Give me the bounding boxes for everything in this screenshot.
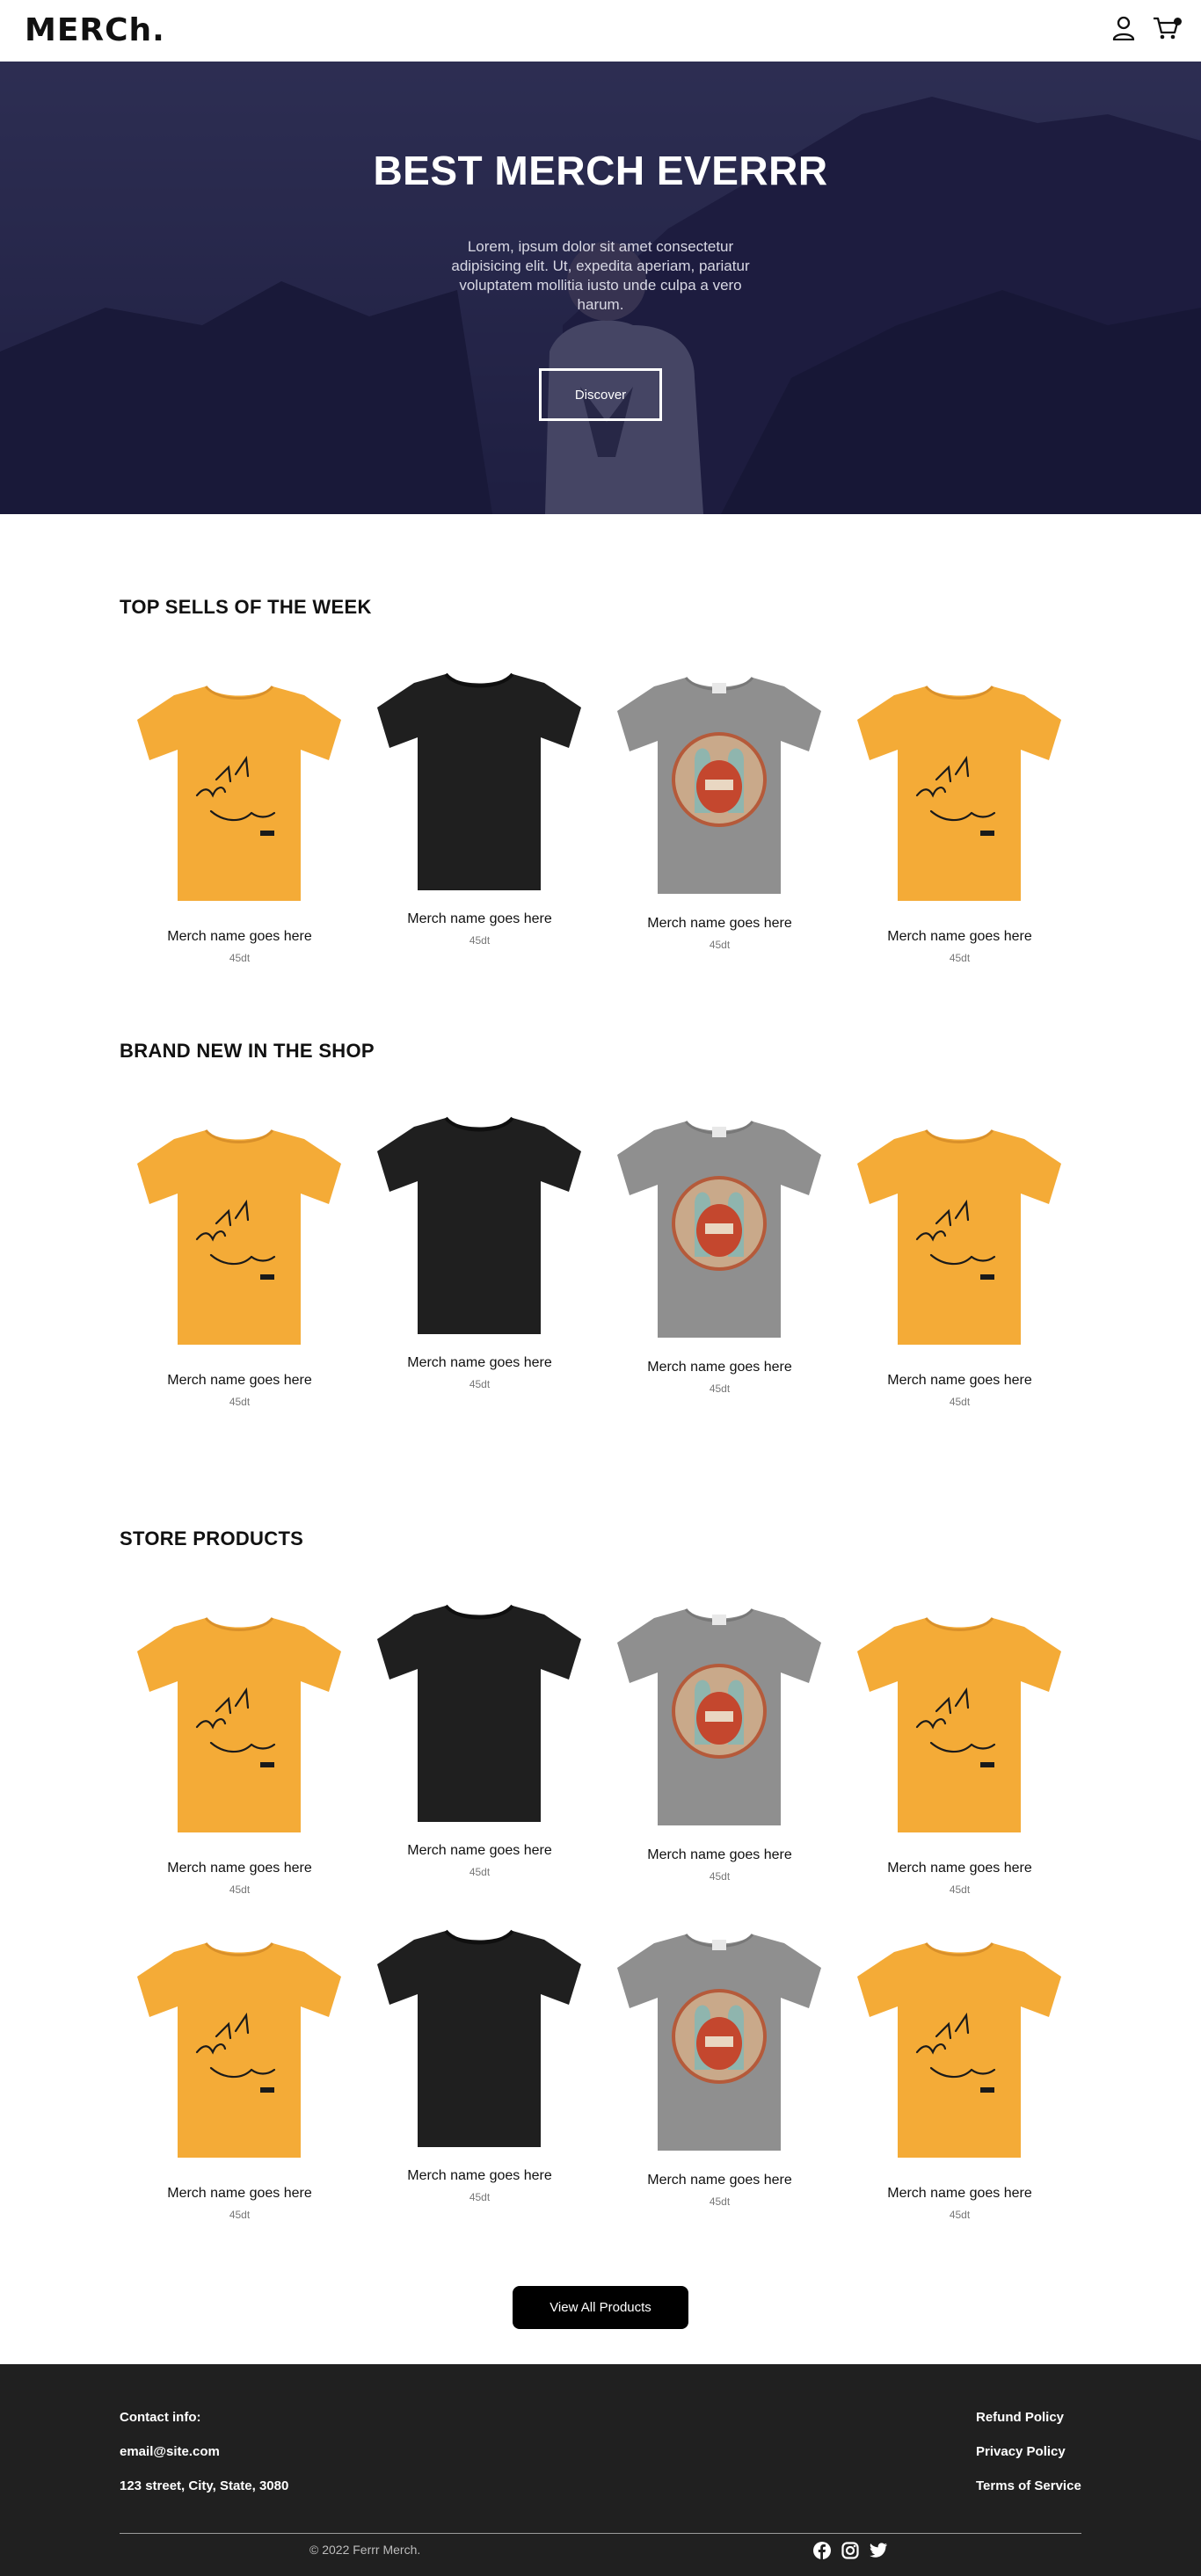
footer-contact-label: Contact info: bbox=[120, 2410, 201, 2425]
product-card[interactable]: Merch name goes here 45dt bbox=[600, 1107, 840, 1395]
section-title-brand-new: BRAND NEW IN THE SHOP bbox=[120, 1040, 375, 1062]
footer: Contact info: email@site.com 123 street,… bbox=[0, 2364, 1201, 2576]
footer-address: 123 street, City, State, 3080 bbox=[120, 2478, 289, 2493]
yellow-rhino-shirt[interactable] bbox=[120, 1107, 360, 1346]
grey-hmb-shirt[interactable] bbox=[600, 664, 840, 901]
store-products-row-1: Merch name goes here 45dt Merch name goes… bbox=[120, 1595, 1081, 1903]
product-name[interactable]: Merch name goes here bbox=[600, 1847, 840, 1863]
footer-email[interactable]: email@site.com bbox=[120, 2444, 220, 2459]
product-card[interactable]: Merch name goes here 45dt bbox=[360, 1107, 600, 1390]
brand-new-row: Merch name goes here 45dt Merch name goes… bbox=[120, 1107, 1081, 1415]
header-actions bbox=[1110, 14, 1182, 42]
product-card[interactable]: Merch name goes here 45dt bbox=[360, 1920, 600, 2203]
product-price: 45dt bbox=[709, 2195, 731, 2208]
product-name[interactable]: Merch name goes here bbox=[840, 1373, 1080, 1389]
product-card[interactable]: Merch name goes here 45dt bbox=[840, 1920, 1080, 2221]
instagram-icon[interactable] bbox=[841, 2541, 860, 2560]
product-card[interactable]: Merch name goes here 45dt bbox=[120, 664, 360, 964]
black-plain-shirt[interactable] bbox=[360, 1595, 600, 1832]
product-name[interactable]: Merch name goes here bbox=[120, 1861, 360, 1876]
yellow-rhino-shirt[interactable] bbox=[840, 1107, 1080, 1346]
black-plain-shirt[interactable] bbox=[360, 1920, 600, 2158]
product-price: 45dt bbox=[709, 939, 731, 951]
product-card[interactable]: Merch name goes here 45dt bbox=[840, 664, 1080, 964]
footer-link-privacy-policy[interactable]: Privacy Policy bbox=[976, 2444, 1066, 2459]
product-name[interactable]: Merch name goes here bbox=[360, 1843, 600, 1859]
yellow-rhino-shirt[interactable] bbox=[120, 1595, 360, 1834]
hero-title: BEST MERCH EVERRR bbox=[373, 148, 828, 193]
product-card[interactable]: Merch name goes here 45dt bbox=[600, 1595, 840, 1883]
grey-hmb-shirt[interactable] bbox=[600, 1107, 840, 1345]
product-name[interactable]: Merch name goes here bbox=[360, 1355, 600, 1371]
product-card[interactable]: Merch name goes here 45dt bbox=[600, 664, 840, 951]
product-card[interactable]: Merch name goes here 45dt bbox=[360, 664, 600, 947]
footer-copyright: © 2022 Ferrr Merch. bbox=[309, 2543, 421, 2557]
section-title-top-sells: TOP SELLS OF THE WEEK bbox=[120, 596, 372, 618]
product-price: 45dt bbox=[229, 952, 251, 964]
product-name[interactable]: Merch name goes here bbox=[840, 2186, 1080, 2202]
hero-description: Lorem, ipsum dolor sit amet consectetur … bbox=[451, 238, 750, 313]
discover-button[interactable]: Discover bbox=[539, 368, 662, 421]
product-card[interactable]: Merch name goes here 45dt bbox=[600, 1920, 840, 2208]
footer-divider bbox=[120, 2533, 1081, 2534]
product-name[interactable]: Merch name goes here bbox=[120, 2186, 360, 2202]
yellow-rhino-shirt[interactable] bbox=[120, 1920, 360, 2159]
black-plain-shirt[interactable] bbox=[360, 664, 600, 901]
view-all-products-button[interactable]: View All Products bbox=[513, 2286, 688, 2329]
product-name[interactable]: Merch name goes here bbox=[120, 1373, 360, 1389]
product-name[interactable]: Merch name goes here bbox=[120, 929, 360, 945]
user-account-icon[interactable] bbox=[1110, 14, 1138, 42]
product-name[interactable]: Merch name goes here bbox=[600, 2173, 840, 2188]
yellow-rhino-shirt[interactable] bbox=[840, 664, 1080, 903]
product-price: 45dt bbox=[469, 934, 491, 947]
facebook-icon[interactable] bbox=[812, 2541, 832, 2560]
product-name[interactable]: Merch name goes here bbox=[600, 1360, 840, 1375]
product-price: 45dt bbox=[949, 1883, 971, 1896]
product-name[interactable]: Merch name goes here bbox=[360, 2168, 600, 2184]
footer-link-terms-of-service[interactable]: Terms of Service bbox=[976, 2478, 1081, 2493]
product-price: 45dt bbox=[229, 1883, 251, 1896]
product-card[interactable]: Merch name goes here 45dt bbox=[120, 1595, 360, 1896]
product-price: 45dt bbox=[949, 1396, 971, 1408]
grey-hmb-shirt[interactable] bbox=[600, 1595, 840, 1832]
yellow-rhino-shirt[interactable] bbox=[120, 664, 360, 903]
product-name[interactable]: Merch name goes here bbox=[600, 916, 840, 932]
social-links bbox=[812, 2541, 888, 2560]
hero-banner: BEST MERCH EVERRR Lorem, ipsum dolor sit… bbox=[0, 62, 1201, 514]
top-sells-row: Merch name goes here 45dt Merch name goes… bbox=[120, 664, 1081, 971]
product-price: 45dt bbox=[709, 1382, 731, 1395]
product-name[interactable]: Merch name goes here bbox=[840, 929, 1080, 945]
yellow-rhino-shirt[interactable] bbox=[840, 1595, 1080, 1834]
product-card[interactable]: Merch name goes here 45dt bbox=[840, 1107, 1080, 1408]
product-price: 45dt bbox=[949, 2209, 971, 2221]
product-price: 45dt bbox=[469, 1866, 491, 1878]
twitter-icon[interactable] bbox=[869, 2541, 888, 2560]
product-name[interactable]: Merch name goes here bbox=[360, 911, 600, 927]
product-card[interactable]: Merch name goes here 45dt bbox=[120, 1107, 360, 1408]
footer-link-refund-policy[interactable]: Refund Policy bbox=[976, 2410, 1064, 2425]
product-name[interactable]: Merch name goes here bbox=[840, 1861, 1080, 1876]
yellow-rhino-shirt[interactable] bbox=[840, 1920, 1080, 2159]
cart-count-badge bbox=[1174, 18, 1182, 25]
brand-logo[interactable]: MERCh. bbox=[25, 12, 165, 48]
product-price: 45dt bbox=[469, 1378, 491, 1390]
grey-hmb-shirt[interactable] bbox=[600, 1920, 840, 2158]
product-price: 45dt bbox=[229, 2209, 251, 2221]
top-navbar: MERCh. bbox=[0, 0, 1201, 62]
section-title-store-products: STORE PRODUCTS bbox=[120, 1527, 304, 1549]
product-price: 45dt bbox=[709, 1870, 731, 1883]
product-card[interactable]: Merch name goes here 45dt bbox=[360, 1595, 600, 1878]
product-price: 45dt bbox=[229, 1396, 251, 1408]
product-price: 45dt bbox=[949, 952, 971, 964]
black-plain-shirt[interactable] bbox=[360, 1107, 600, 1345]
product-card[interactable]: Merch name goes here 45dt bbox=[840, 1595, 1080, 1896]
product-card[interactable]: Merch name goes here 45dt bbox=[120, 1920, 360, 2221]
product-price: 45dt bbox=[469, 2191, 491, 2203]
store-products-row-2: Merch name goes here 45dt Merch name goes… bbox=[120, 1920, 1081, 2228]
cart-icon[interactable] bbox=[1152, 14, 1182, 42]
